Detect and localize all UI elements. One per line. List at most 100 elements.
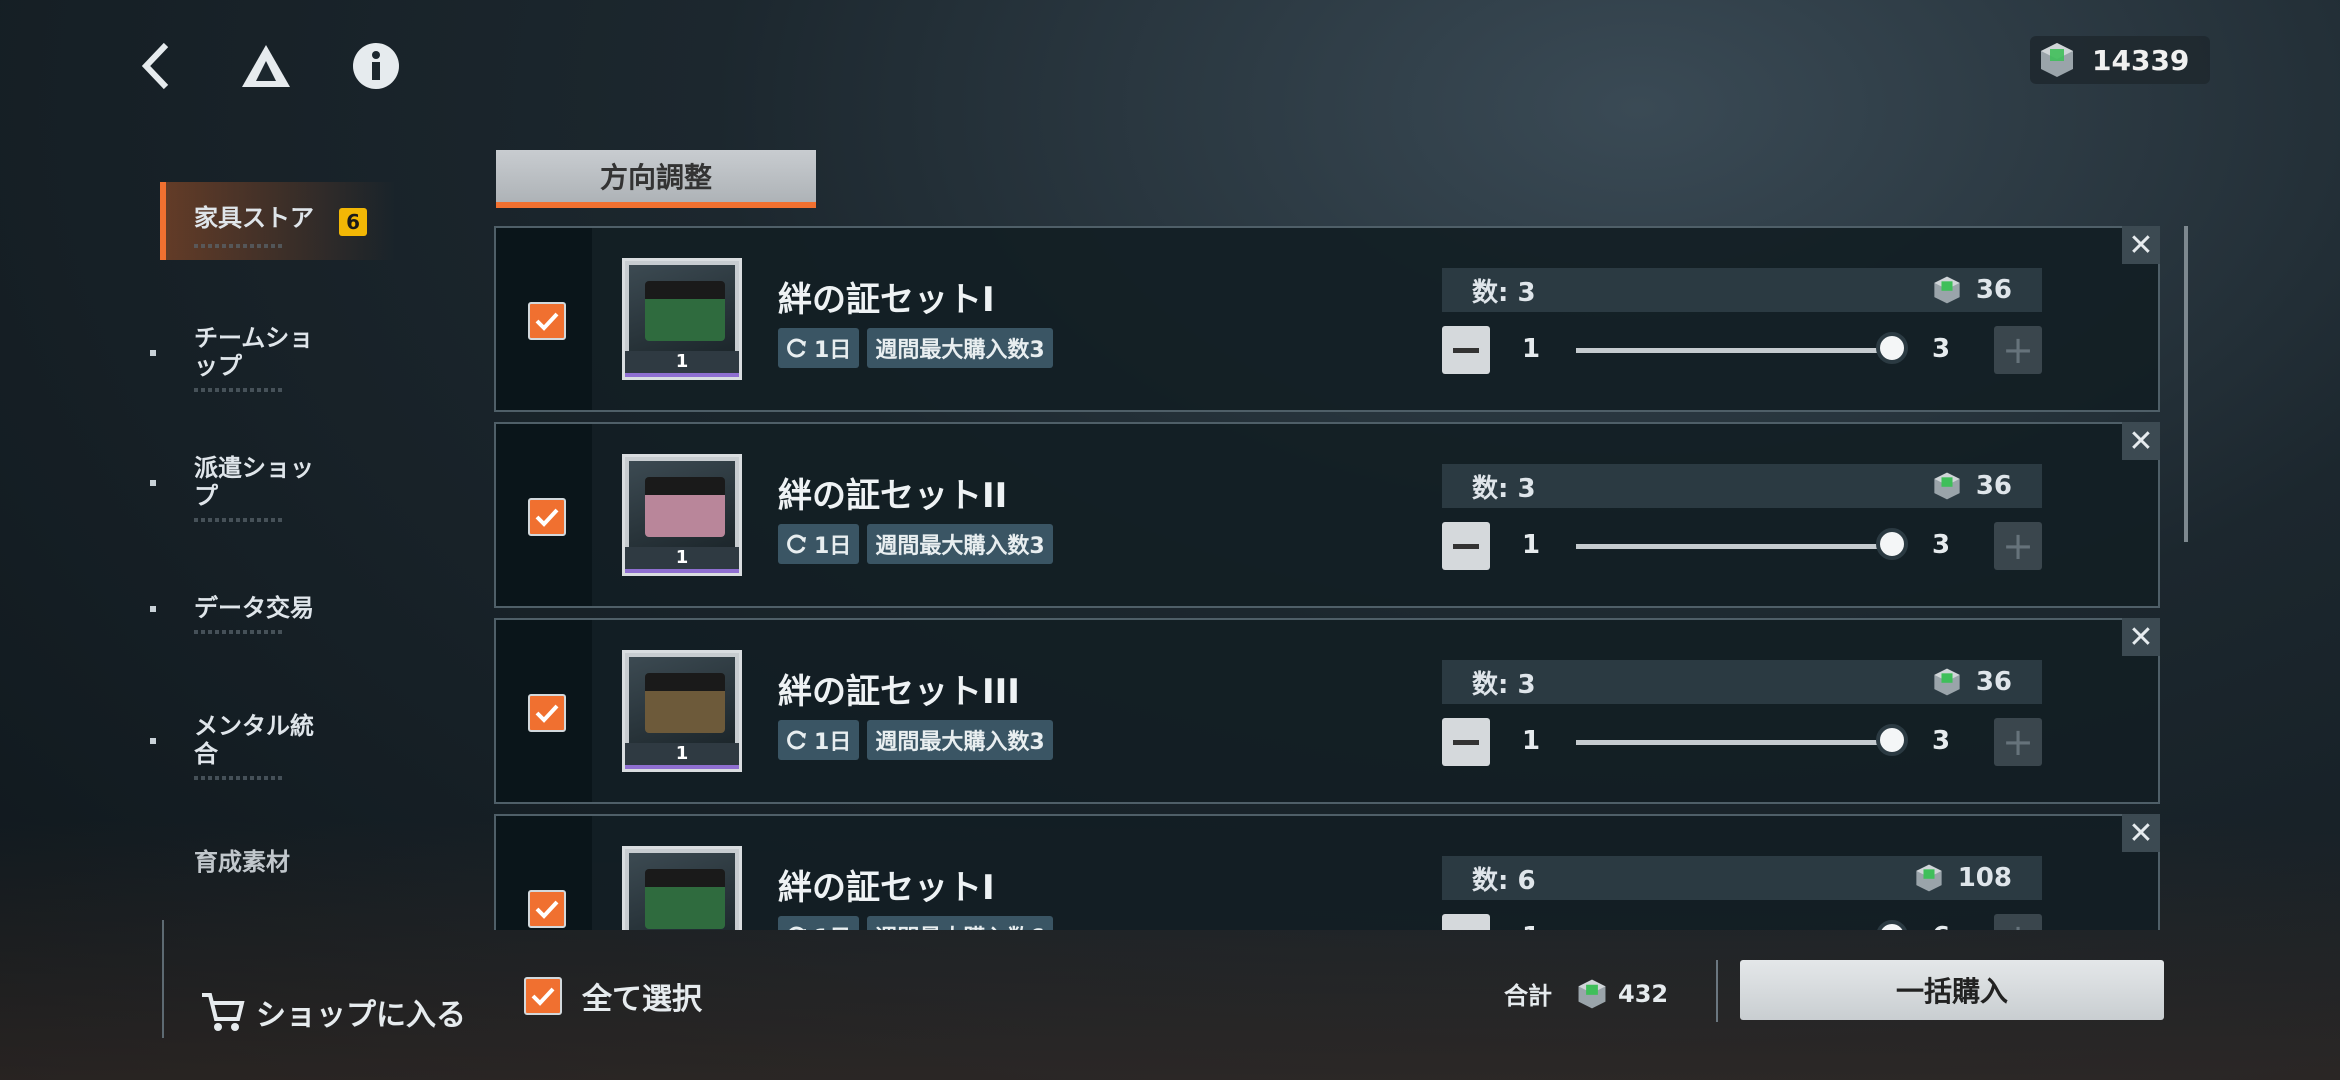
remove-item-button[interactable]: ✕ [2122,422,2160,460]
decrease-button[interactable] [1442,914,1490,930]
item-checkbox[interactable] [528,694,566,732]
item-thumbnail: 1 [622,454,742,576]
sidebar-item-mental-integration[interactable]: メンタル統 合 [150,712,394,780]
item-checkbox[interactable] [528,890,566,928]
gem-cube-icon [1934,668,1960,696]
currency-value: 14339 [2092,43,2190,77]
refresh-tag: 1日 [778,328,860,368]
decrease-button[interactable] [1442,718,1490,766]
checkmark-icon [535,508,559,527]
cart-item-list[interactable]: 1 絆の証セットI 1日 週間最大購入数3 数: 3 36 1 3 + ✕ 1 … [494,226,2162,930]
item-thumbnail-bg [629,657,735,745]
item-thumbnail: 1 [622,846,742,930]
quantity-summary: 数: 3 36 [1442,464,2042,508]
refresh-cycle: 1日 [814,730,852,755]
item-thumbnail-bg [629,265,735,353]
item-title: 絆の証セットI [778,868,995,908]
quantity-label: 数: 6 [1472,860,1536,897]
limit-tag: 週間最大購入数6 [867,916,1053,930]
purchase-limit: 週間最大購入数3 [875,338,1045,363]
back-button[interactable] [124,34,188,98]
refresh-cycle: 1日 [814,534,852,559]
gem-cube-icon [2041,43,2073,77]
gem-cube-icon [1934,276,1960,304]
increase-button[interactable]: + [1994,326,2042,374]
sidebar-item-training-materials[interactable]: 育成素材 [194,848,394,874]
bulk-purchase-button[interactable]: 一括購入 [1740,960,2164,1020]
quantity-summary: 数: 6 108 [1442,856,2042,900]
increase-button[interactable]: + [1994,914,2042,930]
quantity-slider-knob[interactable] [1876,528,1908,560]
decrease-button[interactable] [1442,522,1490,570]
select-all-checkbox[interactable] [524,977,562,1015]
cart-item-row: 1 絆の証セットIII 1日 週間最大購入数3 数: 3 36 1 3 + ✕ [494,618,2160,804]
refresh-tag: 1日 [778,916,860,930]
decrease-button[interactable] [1442,326,1490,374]
gift-box-image [645,869,725,929]
min-quantity: 1 [1522,726,1541,756]
quantity-slider-track[interactable] [1576,348,1896,353]
refresh-icon [787,730,806,750]
tab-direction-adjust[interactable]: 方向調整 [496,150,816,208]
item-checkbox[interactable] [528,302,566,340]
minus-icon [1453,543,1479,549]
quantity-slider-knob[interactable] [1876,332,1908,364]
select-all-toggle[interactable]: 全て選択 [524,974,702,1018]
sidebar-item-furniture-store[interactable]: 家具ストア 6 [194,204,394,248]
thumbnail-quantity: 1 [625,743,739,765]
quantity-stepper: 1 3 + [1442,324,2042,376]
count-label: 数: [1472,277,1509,308]
thumbnail-quantity: 1 [625,351,739,373]
increase-button[interactable]: + [1994,718,2042,766]
limit-tag: 週間最大購入数3 [867,328,1053,368]
min-quantity: 1 [1522,922,1540,930]
enter-shop-button[interactable]: ショップに入る [200,990,466,1034]
sidebar-item-team-shop[interactable]: チームショ ップ [150,324,394,392]
remove-item-button[interactable]: ✕ [2122,814,2160,852]
list-scrollbar[interactable] [2184,226,2188,542]
count-value: 6 [1517,865,1536,896]
thumbnail-quantity: 1 [625,547,739,569]
info-button[interactable] [344,34,408,98]
currency-display: 14339 [2030,36,2210,84]
remove-item-button[interactable]: ✕ [2122,618,2160,656]
increase-button[interactable]: + [1994,522,2042,570]
checkmark-icon [535,900,559,919]
close-icon: ✕ [2128,423,2154,459]
item-tags: 1日 週間最大購入数3 [778,720,1053,760]
gift-box-image [645,673,725,733]
cart-icon [202,993,245,1031]
remove-item-button[interactable]: ✕ [2122,226,2160,264]
refresh-icon [787,534,806,554]
select-all-label: 全て選択 [582,982,702,1017]
sidebar-subtext [194,243,284,248]
cart-item-row: 1 絆の証セットI 1日 週間最大購入数3 数: 3 36 1 3 + ✕ [494,226,2160,412]
total-display: 合計 432 [1504,976,1668,1011]
count-label: 数: [1472,473,1509,504]
close-icon: ✕ [2128,815,2154,851]
item-title: 絆の証セットIII [778,672,1020,712]
refresh-cycle: 1日 [814,920,851,930]
cart-item-row: 1 絆の証セットI 1日 週間最大購入数6 数: 6 108 1 6 + [494,814,2160,930]
item-checkbox[interactable] [528,498,566,536]
nav-logo-button[interactable] [234,34,298,98]
price-display: 36 [1932,471,2012,501]
sidebar-item-dispatch-shop[interactable]: 派遣ショッ プ [150,454,394,522]
max-quantity: 3 [1932,334,1951,364]
quantity-slider-track[interactable] [1576,740,1896,745]
rarity-strip [625,373,739,377]
sidebar-item-label: データ交易 [194,594,314,622]
price-value: 36 [1975,471,2012,501]
sidebar-badge: 6 [339,207,368,236]
quantity-slider-knob[interactable] [1876,920,1908,930]
sidebar-item-data-trade[interactable]: データ交易 [150,594,394,634]
quantity-slider-track[interactable] [1576,544,1896,549]
close-icon: ✕ [2128,619,2154,655]
close-icon: ✕ [2128,227,2154,263]
refresh-tag: 1日 [778,720,860,760]
quantity-slider-knob[interactable] [1876,724,1908,756]
count-value: 3 [1517,669,1536,700]
max-quantity: 6 [1932,922,1950,930]
count-label: 数: [1472,669,1509,700]
count-label: 数: [1472,865,1509,896]
